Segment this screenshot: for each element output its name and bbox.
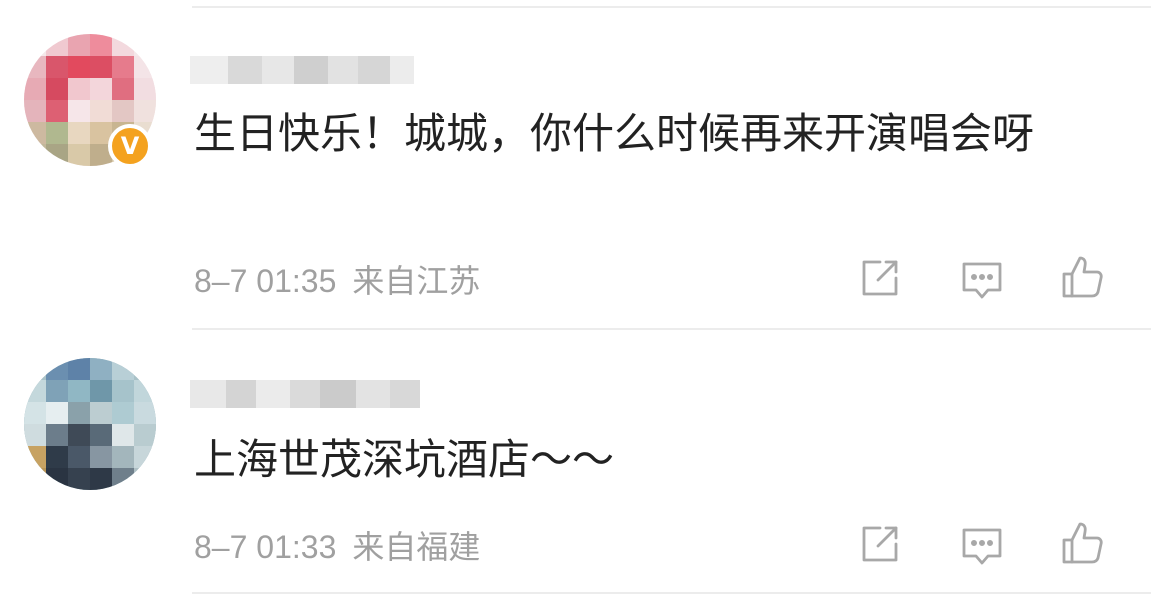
comment-text: 生日快乐！城城，你什么时候再来开演唱会呀: [194, 109, 1035, 158]
share-icon[interactable]: [856, 520, 904, 568]
verified-badge: V: [108, 124, 152, 168]
like-icon[interactable]: [1058, 252, 1106, 300]
comment-date: 8–7 01:35: [194, 263, 337, 299]
comment-location: 来自江苏: [352, 263, 481, 299]
username-blurred[interactable]: [190, 380, 420, 408]
share-icon[interactable]: [856, 254, 904, 302]
comment-date: 8–7 01:33: [194, 529, 337, 565]
comment-meta: 8–7 01:35 来自江苏: [194, 256, 480, 302]
comment-icon[interactable]: [958, 256, 1006, 304]
avatar[interactable]: [24, 358, 156, 490]
comment-text: 上海世茂深坑酒店～～: [194, 435, 615, 484]
username-blurred[interactable]: [190, 56, 414, 84]
comment-meta: 8–7 01:33 来自福建: [194, 522, 480, 568]
bottom-divider: [192, 592, 1151, 594]
like-icon[interactable]: [1058, 518, 1106, 566]
comment-item: 上海世茂深坑酒店～～ 8–7 01:33 来自福建: [0, 330, 1151, 600]
comment-location: 来自福建: [352, 529, 481, 565]
comment-icon[interactable]: [958, 522, 1006, 570]
comment-item: V 生日快乐！城城，你什么时候再来开演唱会呀 8–7 01:35 来自江苏: [0, 0, 1151, 330]
